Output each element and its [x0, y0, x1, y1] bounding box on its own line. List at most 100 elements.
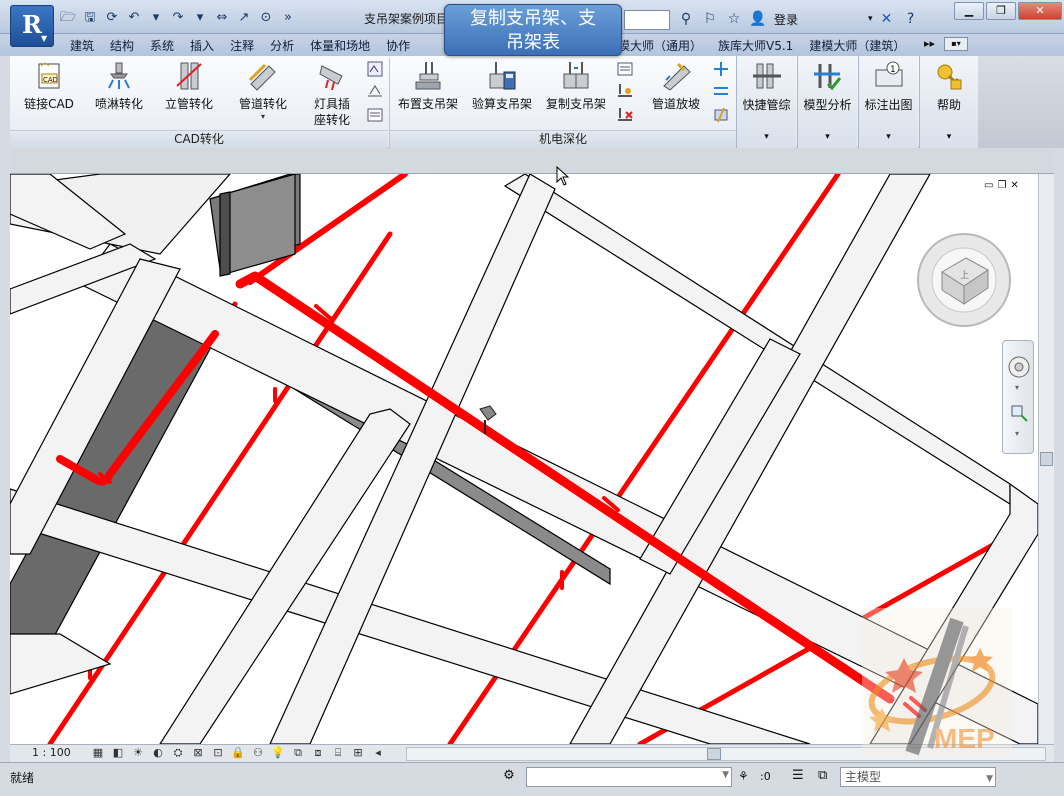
- annotate-output-button[interactable]: 1 标注出图 ▾: [858, 56, 918, 148]
- visual-style-icon[interactable]: ◧: [110, 746, 126, 760]
- check-hanger-button[interactable]: 验算支吊架: [468, 56, 536, 130]
- view-scale[interactable]: 1 : 100: [32, 746, 71, 759]
- tooltip-caption: 复制支吊架、支 吊架表: [444, 4, 622, 56]
- mep-small-tool-3-icon[interactable]: [616, 106, 634, 124]
- beam-top: [10, 633, 112, 695]
- sync-icon[interactable]: ⟳: [102, 8, 122, 28]
- exchange-icon[interactable]: ✕: [877, 9, 897, 29]
- zoom-icon[interactable]: [1009, 403, 1029, 423]
- detail-level-icon[interactable]: ▦: [90, 746, 106, 760]
- horizontal-scroll-thumb[interactable]: [707, 748, 721, 760]
- dimension-icon[interactable]: ↗: [234, 8, 254, 28]
- fixture-socket-convert-button[interactable]: 灯具插 座转化: [306, 56, 358, 130]
- pipe-convert-button[interactable]: 管道转化 ▾: [230, 56, 296, 130]
- worksets-icon[interactable]: ⚙: [500, 768, 518, 786]
- copy-hanger-button[interactable]: 复制支吊架: [542, 56, 610, 130]
- place-hanger-button[interactable]: 布置支吊架: [394, 56, 462, 130]
- ribbon-display-toggle[interactable]: ▪▾: [944, 37, 968, 51]
- tab-modeling-master-arch[interactable]: 建模大师（建筑）: [801, 37, 913, 55]
- tab-systems[interactable]: 系统: [142, 37, 182, 55]
- login-link[interactable]: 登录: [774, 11, 798, 28]
- redo-dropdown-icon[interactable]: ▾: [190, 8, 210, 28]
- crop-view-icon[interactable]: ⊠: [190, 746, 206, 760]
- application-menu-button[interactable]: R ▼: [10, 5, 54, 47]
- key-lock-icon: [937, 64, 962, 90]
- subscription-icon[interactable]: ⚐: [700, 9, 720, 29]
- login-dropdown-icon[interactable]: ▾: [868, 14, 873, 24]
- worksharing-icon[interactable]: ⧉: [290, 746, 306, 760]
- reveal-hidden-icon[interactable]: 💡: [270, 746, 286, 760]
- sprinkler-convert-button[interactable]: 喷淋转化: [86, 56, 152, 130]
- undo-icon[interactable]: ↶: [124, 8, 144, 28]
- cad-small-tool-1-icon[interactable]: [366, 60, 384, 78]
- mep-small-tool-1-icon[interactable]: [616, 60, 634, 78]
- user-icon[interactable]: 👤: [748, 9, 768, 29]
- vertical-scrollbar[interactable]: [1038, 174, 1054, 744]
- design-options-icon[interactable]: ☰: [792, 768, 804, 783]
- mouse-cursor-icon: [556, 166, 570, 186]
- vertical-scroll-thumb[interactable]: [1040, 452, 1053, 466]
- view-cube-icon[interactable]: 上: [914, 230, 1014, 330]
- link-cad-label: 链接CAD: [24, 97, 74, 111]
- tab-modeling-master-general[interactable]: 模大师（通用）: [610, 37, 710, 55]
- tab-massing[interactable]: 体量和场地: [302, 37, 378, 55]
- temp-hide-icon[interactable]: ⚇: [250, 746, 266, 760]
- mep-small-tool-4-icon[interactable]: [712, 60, 730, 78]
- design-option-select[interactable]: 主模型 ▼: [840, 767, 996, 787]
- tab-structure[interactable]: 结构: [102, 37, 142, 55]
- viewport-restore-icon[interactable]: ❐: [997, 180, 1006, 191]
- binoculars-icon[interactable]: ⚲: [676, 9, 696, 29]
- editable-only-icon[interactable]: ⧉: [818, 768, 827, 783]
- render-icon[interactable]: ⛭: [170, 746, 186, 760]
- tab-annotate[interactable]: 注释: [222, 37, 262, 55]
- open-icon[interactable]: 🗁: [58, 8, 78, 28]
- lock-view-icon[interactable]: 🔒: [230, 746, 246, 760]
- qat-more-icon[interactable]: »: [278, 8, 298, 28]
- filter-icon[interactable]: ⚘: [738, 769, 749, 783]
- shadows-icon[interactable]: ◐: [150, 746, 166, 760]
- measure-icon[interactable]: ⇔: [212, 8, 232, 28]
- redo-icon[interactable]: ↷: [168, 8, 188, 28]
- search-input[interactable]: [624, 10, 670, 30]
- cad-small-tool-2-icon[interactable]: [366, 82, 384, 100]
- sun-path-icon[interactable]: ☀: [130, 746, 146, 760]
- scroll-left-icon[interactable]: ◂: [370, 746, 386, 760]
- viewport-close-icon[interactable]: ✕: [1010, 180, 1018, 191]
- save-icon[interactable]: 🖫: [80, 8, 100, 28]
- mep-small-tool-5-icon[interactable]: [712, 82, 730, 100]
- undo-dropdown-icon[interactable]: ▾: [146, 8, 166, 28]
- mep-small-tool-2-icon[interactable]: [616, 82, 634, 100]
- model-analysis-button[interactable]: 模型分析 ▾: [797, 56, 857, 148]
- constraints-icon[interactable]: ⊞: [350, 746, 366, 760]
- show-crop-icon[interactable]: ⊡: [210, 746, 226, 760]
- tag-icon[interactable]: ⊙: [256, 8, 276, 28]
- riser-convert-button[interactable]: 立管转化: [158, 56, 220, 130]
- analytical-model-icon[interactable]: ⧈: [310, 746, 326, 760]
- tab-analyze[interactable]: 分析: [262, 37, 302, 55]
- help-dropdown-icon: ▾: [946, 132, 952, 142]
- tab-collaborate[interactable]: 协作: [378, 37, 418, 55]
- maximize-button[interactable]: ❐: [986, 2, 1016, 20]
- cad-small-tool-3-icon[interactable]: [366, 106, 384, 124]
- link-cad-button[interactable]: CAD 链接CAD: [18, 56, 80, 130]
- steering-wheel-icon[interactable]: [1007, 355, 1031, 379]
- star-icon[interactable]: ☆: [724, 9, 744, 29]
- tab-overflow-icon[interactable]: ▸▸: [924, 37, 935, 50]
- viewport-minimize-icon[interactable]: ▭: [984, 180, 993, 191]
- help-icon[interactable]: ?: [901, 9, 921, 29]
- tab-architecture[interactable]: 建筑: [62, 37, 102, 55]
- minimize-button[interactable]: ▁: [954, 2, 984, 20]
- highlight-icon[interactable]: ⌸: [330, 746, 346, 760]
- tab-family-library[interactable]: 族库大师V5.1: [710, 37, 801, 55]
- pipe-slope-button[interactable]: 管道放坡: [642, 56, 710, 130]
- svg-text:上: 上: [960, 270, 969, 281]
- help-button[interactable]: 帮助 ▾: [919, 56, 978, 148]
- quick-coordination-button[interactable]: 快捷管综 ▾: [736, 56, 796, 148]
- wheel-dropdown-icon[interactable]: ▾: [1015, 383, 1019, 392]
- tab-insert[interactable]: 插入: [182, 37, 222, 55]
- mep-small-tool-6-icon[interactable]: [712, 106, 730, 124]
- zoom-dropdown-icon[interactable]: ▾: [1015, 429, 1019, 438]
- workset-select[interactable]: ▼: [526, 767, 732, 787]
- sprinkler-convert-label: 喷淋转化: [94, 97, 143, 111]
- close-button[interactable]: ✕: [1018, 2, 1062, 20]
